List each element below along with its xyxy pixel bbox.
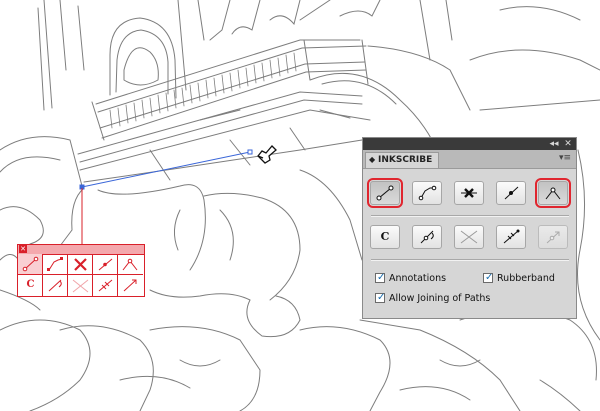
join-tool-button[interactable] bbox=[496, 225, 526, 249]
checkmark-icon: ✓ bbox=[377, 272, 386, 283]
curve-tool-button[interactable] bbox=[412, 181, 442, 205]
callout-convert-tool[interactable]: C bbox=[18, 275, 43, 296]
panel-tabbar: ◆ INKSCRIBE ▾≡ bbox=[363, 150, 576, 169]
rubberband-label: Rubberband bbox=[497, 273, 555, 284]
join-tool-icon bbox=[503, 229, 520, 244]
convert-tool-label: C bbox=[380, 230, 390, 243]
convert-tool-button[interactable]: C bbox=[370, 225, 400, 249]
panel-divider-2 bbox=[371, 259, 569, 261]
annotations-checkbox[interactable]: ✓ bbox=[375, 272, 386, 283]
add-point-button[interactable] bbox=[496, 181, 526, 205]
annotations-label: Annotations bbox=[389, 273, 447, 284]
close-panel-icon[interactable]: ✕ bbox=[563, 139, 573, 149]
reverse-tool-icon bbox=[546, 231, 560, 244]
callout-line-tool[interactable] bbox=[18, 254, 43, 275]
panel-title: INKSCRIBE bbox=[378, 155, 433, 165]
line-tool-icon bbox=[376, 185, 394, 201]
tab-inkscribe[interactable]: ◆ INKSCRIBE bbox=[365, 152, 439, 168]
delete-point-icon bbox=[74, 258, 87, 271]
line-tool-icon bbox=[22, 256, 39, 272]
convert-tool-label: C bbox=[26, 279, 35, 290]
collapse-panel-icon[interactable]: ◂◂ bbox=[549, 139, 559, 149]
join-tool-icon bbox=[98, 279, 113, 292]
corner-tool-button[interactable] bbox=[535, 178, 571, 208]
add-point-icon bbox=[504, 186, 519, 200]
corner-tool-icon bbox=[545, 187, 561, 200]
add-point-icon bbox=[98, 258, 113, 271]
smooth-tool-button[interactable] bbox=[412, 225, 442, 249]
cut-tool-button[interactable] bbox=[454, 225, 484, 249]
panel-menu-icon[interactable]: ▾≡ bbox=[559, 153, 571, 163]
delete-point-icon bbox=[461, 188, 477, 198]
reverse-tool-button[interactable] bbox=[538, 225, 568, 249]
callout-smooth-tool[interactable] bbox=[43, 275, 68, 296]
line-tool-button[interactable] bbox=[367, 178, 403, 208]
delete-point-button[interactable] bbox=[454, 181, 484, 205]
smooth-tool-icon bbox=[420, 230, 434, 244]
allow-joining-checkbox[interactable]: ✓ bbox=[375, 292, 386, 303]
checkmark-icon: ✓ bbox=[485, 272, 494, 283]
callout-reverse-tool[interactable] bbox=[118, 275, 143, 296]
callout-add-point-tool[interactable] bbox=[93, 254, 118, 275]
tool-callout: ✕ C bbox=[17, 244, 145, 297]
callout-corner-tool[interactable] bbox=[118, 254, 143, 275]
checkmark-icon: ✓ bbox=[377, 292, 386, 303]
corner-tool-icon bbox=[122, 258, 138, 271]
panel-titlebar[interactable]: ◂◂ ✕ bbox=[363, 138, 576, 150]
callout-close-icon[interactable]: ✕ bbox=[19, 245, 27, 253]
tab-reorder-icon: ◆ bbox=[369, 155, 376, 164]
cut-tool-icon bbox=[72, 279, 89, 293]
curve-tool-icon bbox=[47, 257, 63, 271]
panel-divider-1 bbox=[371, 215, 569, 217]
drawn-path-segment bbox=[81, 151, 251, 188]
cut-tool-icon bbox=[460, 230, 478, 244]
rubberband-checkbox[interactable]: ✓ bbox=[483, 272, 494, 283]
path-handle-point bbox=[247, 149, 253, 155]
reverse-tool-icon bbox=[123, 279, 137, 292]
callout-cut-tool[interactable] bbox=[68, 275, 93, 296]
curve-tool-icon bbox=[418, 185, 437, 201]
callout-join-tool[interactable] bbox=[93, 275, 118, 296]
callout-curve-tool[interactable] bbox=[43, 254, 68, 275]
inkscribe-panel: ◂◂ ✕ ◆ INKSCRIBE ▾≡ C ✓ Annotations ✓ Ru… bbox=[362, 137, 577, 319]
allow-joining-label: Allow Joining of Paths bbox=[389, 293, 491, 304]
callout-delete-point-tool[interactable] bbox=[68, 254, 93, 275]
smooth-tool-icon bbox=[48, 279, 62, 292]
